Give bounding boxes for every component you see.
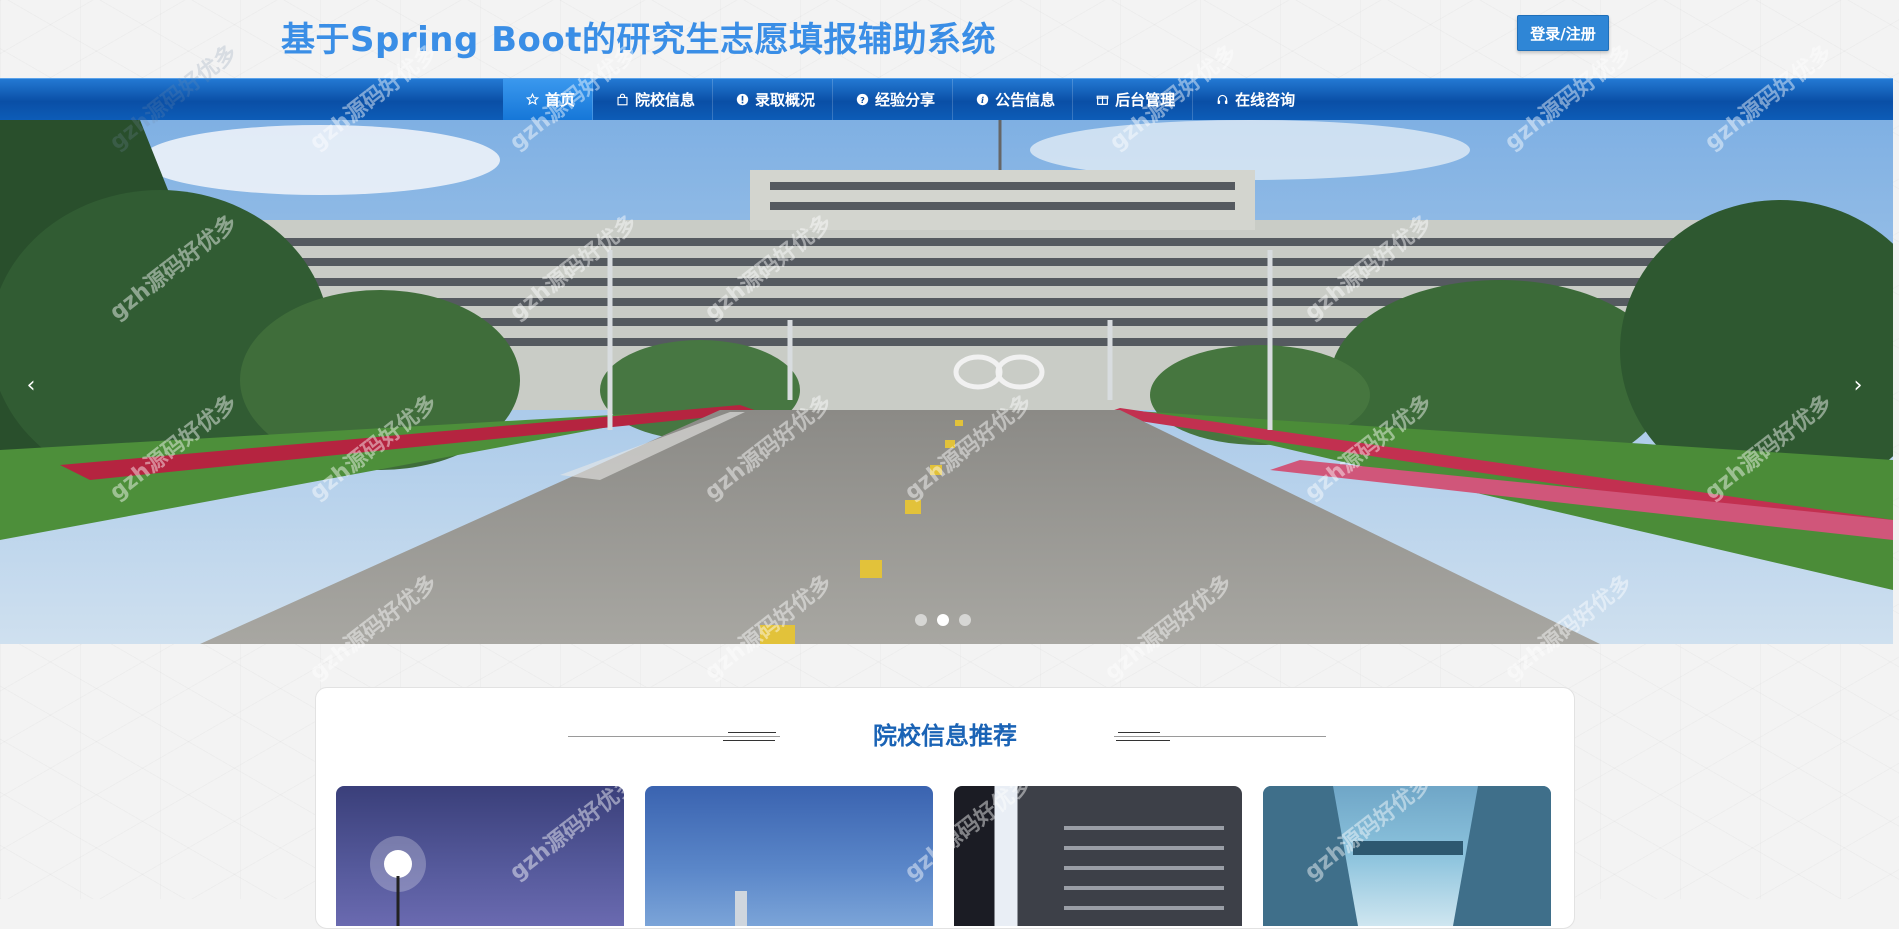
school-card[interactable] — [1263, 786, 1551, 926]
carousel-dot[interactable] — [959, 614, 971, 626]
star-icon — [525, 93, 539, 107]
gift-icon — [1095, 93, 1109, 107]
headset-icon — [1215, 93, 1229, 107]
nav-item-consult[interactable]: 在线咨询 — [1193, 79, 1312, 120]
carousel-dot[interactable] — [915, 614, 927, 626]
nav-item-home[interactable]: 首页 — [503, 79, 594, 120]
school-card-image — [735, 891, 747, 926]
school-recommend-panel: 院校信息推荐 — [315, 687, 1575, 929]
login-register-button[interactable]: 登录/注册 — [1517, 15, 1609, 51]
campus-banner-image — [0, 120, 1893, 644]
info-circle-icon: i — [975, 93, 989, 107]
school-card-image — [1263, 786, 1551, 926]
school-card[interactable] — [954, 786, 1242, 926]
nav-label: 首页 — [545, 91, 576, 109]
nav-item-experience[interactable]: ? 经验分享 — [833, 79, 954, 120]
nav-item-admin[interactable]: 后台管理 — [1073, 79, 1194, 120]
carousel-prev-button[interactable]: ‹ — [16, 370, 46, 400]
carousel-dot-active[interactable] — [937, 614, 949, 626]
carousel-next-button[interactable]: › — [1843, 370, 1873, 400]
nav-item-notices[interactable]: i 公告信息 — [953, 79, 1074, 120]
question-circle-icon: ? — [855, 93, 869, 107]
main-nav: 首页 院校信息 录取概况 ? 经验分享 i 公告信息 后台管理 在线咨询 — [0, 78, 1893, 121]
nav-item-schools[interactable]: 院校信息 — [593, 79, 714, 120]
school-card[interactable] — [336, 786, 624, 926]
exclamation-circle-icon — [735, 93, 749, 107]
site-title: 基于Spring Boot的研究生志愿填报辅助系统 — [281, 20, 997, 60]
carousel-indicators — [915, 614, 971, 626]
school-card-image — [370, 836, 426, 926]
nav-label: 院校信息 — [635, 91, 696, 109]
nav-label: 录取概况 — [755, 91, 816, 109]
school-card-image — [1064, 826, 1224, 910]
nav-label: 后台管理 — [1115, 91, 1176, 109]
header: 基于Spring Boot的研究生志愿填报辅助系统 登录/注册 — [0, 0, 1899, 78]
nav-label: 公告信息 — [995, 91, 1056, 109]
nav-label: 经验分享 — [875, 91, 936, 109]
svg-text:?: ? — [860, 95, 865, 105]
school-card-list — [336, 786, 1551, 926]
section-title: 院校信息推荐 — [873, 722, 1017, 750]
bag-icon — [615, 93, 629, 107]
banner-carousel: ‹ › — [0, 120, 1893, 644]
title-decoration-right — [1114, 730, 1326, 742]
nav-item-admission[interactable]: 录取概况 — [713, 79, 834, 120]
nav-label: 在线咨询 — [1235, 91, 1296, 109]
svg-text:i: i — [981, 95, 984, 105]
school-card[interactable] — [645, 786, 933, 926]
